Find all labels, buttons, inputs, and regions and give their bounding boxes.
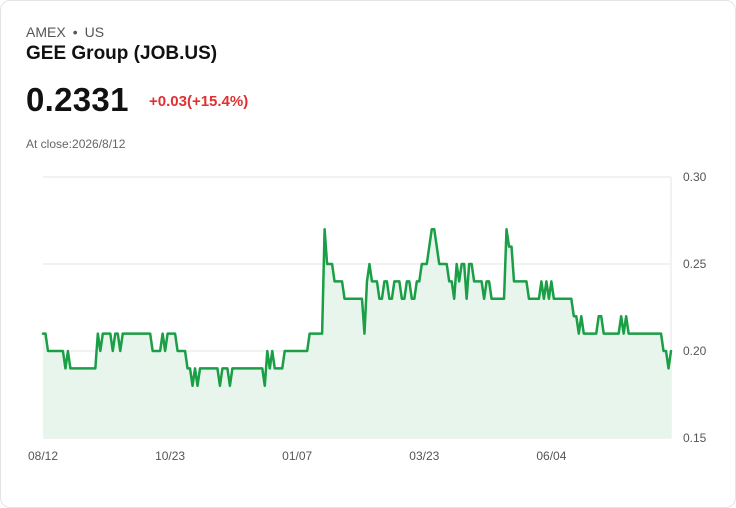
y-tick-label: 0.20 [683,344,707,358]
y-tick-label: 0.15 [683,431,707,445]
price-chart[interactable]: 0.30 0.25 0.20 0.15 08/12 10/23 01/07 03/23 06/0… [0,0,736,508]
y-tick-label: 0.25 [683,257,707,271]
x-tick-label: 03/23 [409,449,439,463]
x-tick-label: 10/23 [155,449,185,463]
y-tick-label: 0.30 [683,170,707,184]
x-tick-label: 08/12 [28,449,58,463]
x-tick-label: 06/04 [536,449,566,463]
x-tick-label: 01/07 [282,449,312,463]
